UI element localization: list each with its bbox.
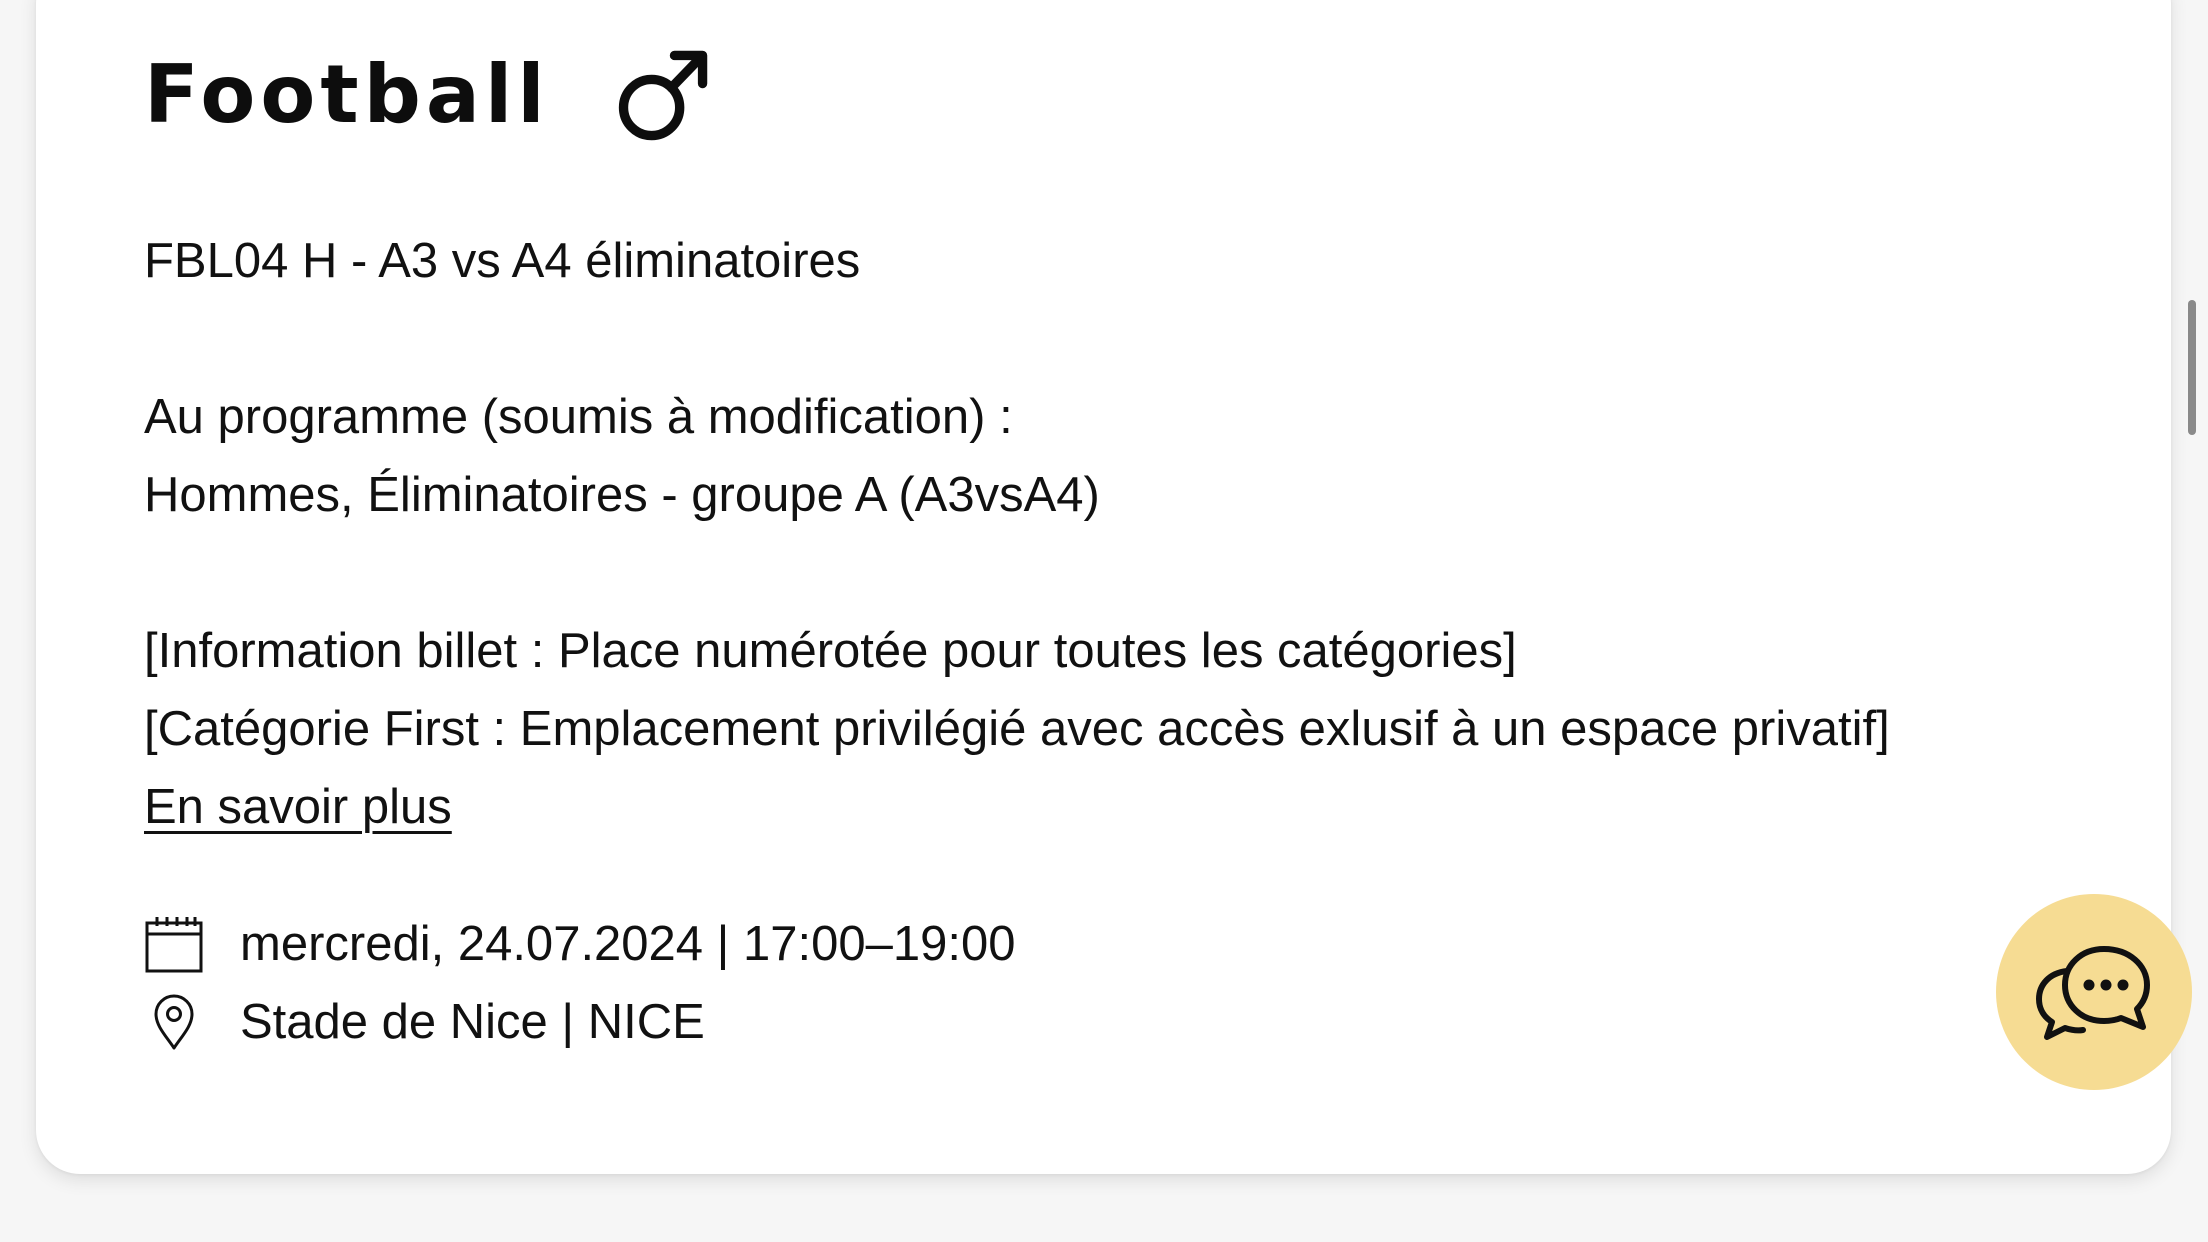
chat-bubbles-icon [2036, 946, 2150, 1040]
more-link-row: En savoir plus [144, 768, 2044, 846]
programme-heading: Au programme (soumis à modification) : [144, 390, 1013, 444]
event-date-time: mercredi, 24.07.2024 | 17:00–19:00 [240, 917, 1016, 971]
event-venue: Stade de Nice | NICE [240, 995, 705, 1049]
chat-button[interactable] [1996, 894, 2192, 1090]
scrollbar[interactable] [2188, 300, 2196, 435]
event-date-row: mercredi, 24.07.2024 | 17:00–19:00 [144, 905, 1016, 983]
event-title-row: Football [144, 40, 714, 150]
calendar-icon [145, 917, 203, 973]
event-meta: mercredi, 24.07.2024 | 17:00–19:00 Stade… [144, 905, 1016, 1061]
sport-title: Football [144, 48, 550, 141]
event-code-line: FBL04 H - A3 vs A4 éliminatoires [144, 234, 861, 288]
event-description: FBL04 H - A3 vs A4 éliminatoires Au prog… [144, 222, 2044, 846]
event-card: Football FBL04 H - A3 vs A4 éliminatoire… [36, 0, 2171, 1174]
category-info: [Catégorie First : Emplacement privilégi… [144, 702, 1890, 756]
programme-detail: Hommes, Éliminatoires - groupe A (A3vsA4… [144, 468, 1100, 522]
ticket-info: [Information billet : Place numérotée po… [144, 624, 1517, 678]
location-pin-icon [154, 994, 194, 1050]
learn-more-link[interactable]: En savoir plus [144, 780, 452, 834]
event-venue-row: Stade de Nice | NICE [144, 983, 1016, 1061]
male-symbol-icon [618, 50, 707, 141]
